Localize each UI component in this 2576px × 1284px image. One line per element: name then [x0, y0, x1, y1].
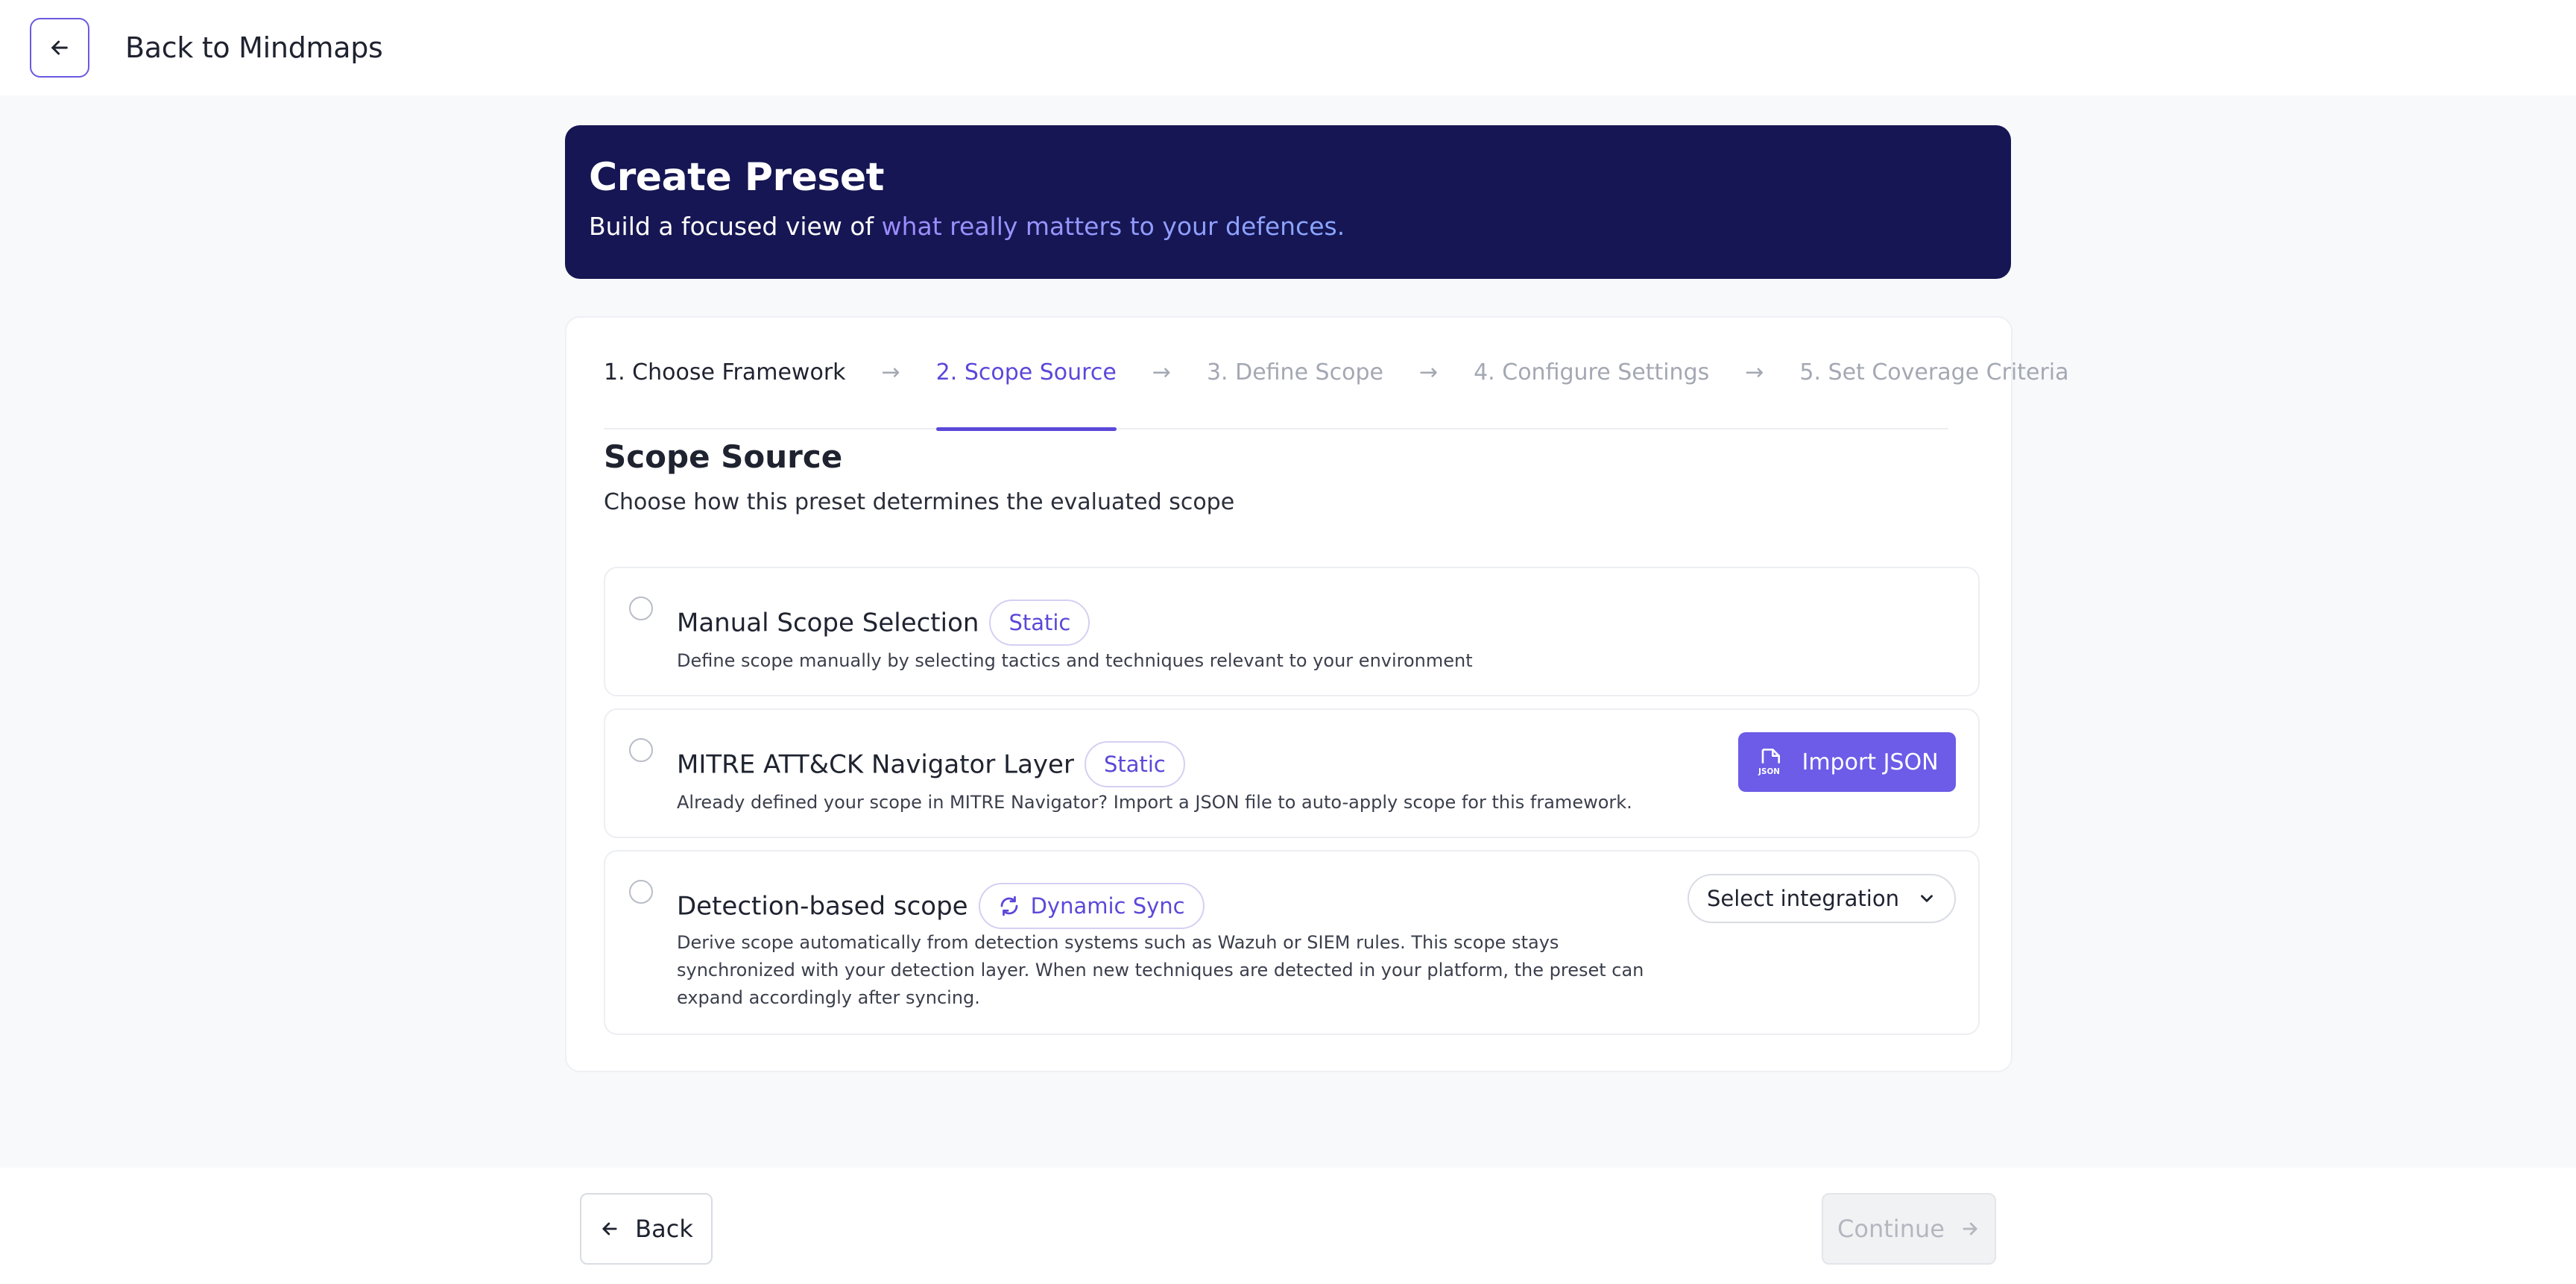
- step-choose-framework[interactable]: 1. Choose Framework: [604, 359, 846, 429]
- option-description: Derive scope automatically from detectio…: [677, 929, 1644, 1012]
- step-set-coverage-criteria: 5. Set Coverage Criteria: [1799, 359, 2069, 385]
- option-title-text: Detection-based scope: [677, 891, 968, 922]
- section-description: Choose how this preset determines the ev…: [604, 489, 1235, 515]
- sync-icon: [1000, 896, 1017, 916]
- back-button-label: Back: [635, 1215, 693, 1243]
- option-title: MITRE ATT&CK Navigator Layer Static: [677, 741, 1185, 789]
- svg-text:JSON: JSON: [1758, 767, 1781, 776]
- chevron-down-icon: [1921, 895, 1933, 902]
- step-arrow-icon: →: [1152, 359, 1171, 385]
- continue-button[interactable]: Continue: [1822, 1193, 1996, 1265]
- static-badge: Static: [989, 599, 1090, 646]
- integration-select[interactable]: Select integration: [1688, 874, 1956, 923]
- arrow-left-icon: [51, 40, 68, 55]
- back-to-mindmaps-button[interactable]: [30, 18, 89, 78]
- subtitle-highlight: what really matters to your defences.: [881, 212, 1345, 241]
- option-navigator-layer[interactable]: MITRE ATT&CK Navigator Layer Static Alrea…: [604, 708, 1980, 838]
- option-title-text: Manual Scope Selection: [677, 608, 979, 638]
- detection-scope-radio[interactable]: [629, 880, 653, 904]
- step-scope-source[interactable]: 2. Scope Source: [935, 359, 1117, 431]
- navigator-layer-radio[interactable]: [629, 738, 653, 762]
- step-arrow-icon: →: [1418, 359, 1439, 385]
- step-arrow-icon: →: [1745, 359, 1764, 385]
- option-description: Already defined your scope in MITRE Navi…: [677, 792, 1632, 813]
- section-title: Scope Source: [604, 438, 843, 475]
- subtitle-prefix: Build a focused view of: [589, 212, 882, 241]
- description-line: expand accordingly after syncing.: [677, 987, 980, 1008]
- arrow-right-icon: [1963, 1222, 1977, 1236]
- footer-bar: Back Continue: [0, 1168, 2576, 1284]
- arrow-left-icon: [602, 1222, 617, 1236]
- badge-label: Dynamic Sync: [1030, 893, 1185, 919]
- option-description: Define scope manually by selecting tacti…: [677, 650, 1473, 671]
- step-configure-settings: 4. Configure Settings: [1474, 359, 1710, 385]
- description-line: synchronized with your detection layer. …: [677, 960, 1644, 981]
- option-manual-scope[interactable]: Manual Scope Selection Static Define scop…: [604, 567, 1980, 696]
- badge-label: Static: [1008, 610, 1071, 635]
- manual-scope-radio[interactable]: [629, 597, 653, 620]
- page-title: Create Preset: [589, 155, 885, 200]
- hero-banner: Create Preset Build a focused view of wh…: [565, 125, 2011, 279]
- option-title: Manual Scope Selection Static: [677, 599, 1090, 647]
- page-subtitle: Build a focused view of what really matt…: [589, 212, 1987, 241]
- option-detection-scope[interactable]: Detection-based scope Dynamic Sync Derive…: [604, 850, 1980, 1035]
- description-line: Derive scope automatically from detectio…: [677, 932, 1559, 953]
- import-json-label: Import JSON: [1802, 749, 1939, 775]
- option-title: Detection-based scope Dynamic Sync: [677, 883, 1205, 931]
- wizard-stepper: 1. Choose Framework → 2. Scope Source → …: [604, 359, 2069, 431]
- option-title-text: MITRE ATT&CK Navigator Layer: [677, 749, 1074, 780]
- back-button[interactable]: Back: [580, 1193, 713, 1265]
- step-define-scope: 3. Define Scope: [1206, 359, 1383, 385]
- static-badge: Static: [1084, 741, 1185, 787]
- dynamic-sync-badge: Dynamic Sync: [978, 883, 1205, 929]
- top-bar: Back to Mindmaps: [0, 0, 2576, 95]
- continue-button-label: Continue: [1837, 1215, 1945, 1243]
- preset-wizard-card: 1. Choose Framework → 2. Scope Source → …: [565, 316, 2069, 1072]
- back-to-mindmaps-link[interactable]: Back to Mindmaps: [125, 31, 383, 64]
- json-file-icon: JSON: [1758, 749, 1781, 776]
- import-json-button[interactable]: JSON Import JSON: [1738, 732, 1956, 792]
- badge-label: Static: [1103, 752, 1166, 777]
- integration-select-value: Select integration: [1707, 886, 1899, 911]
- step-arrow-icon: →: [881, 359, 900, 385]
